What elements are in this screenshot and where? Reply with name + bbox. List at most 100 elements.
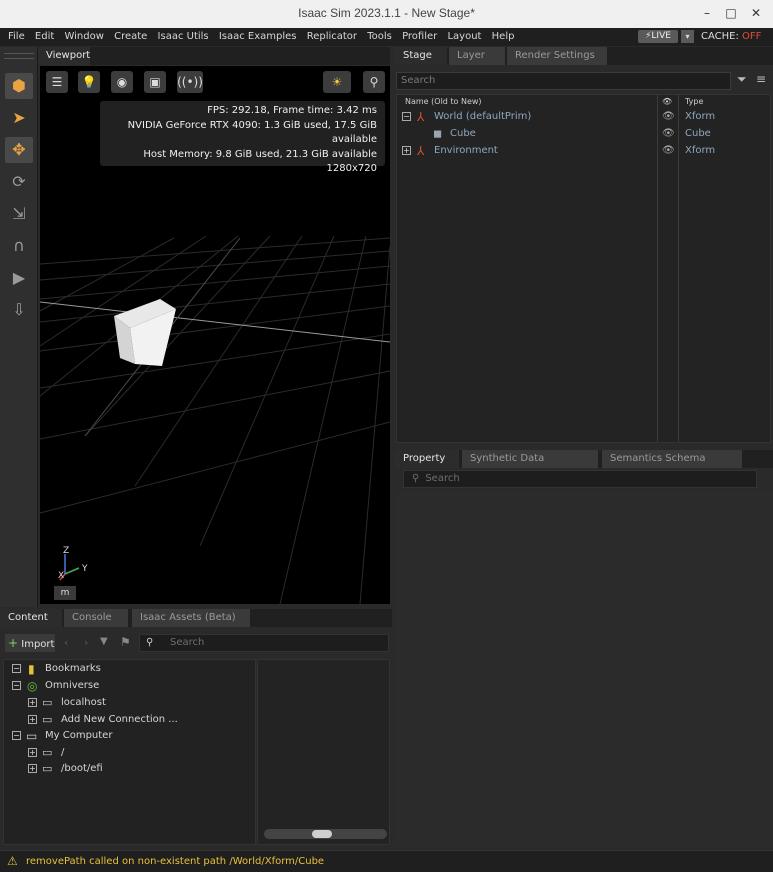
host-memory-stat: Host Memory: 9.8 GiB used, 21.3 GiB avai… bbox=[143, 148, 377, 160]
tab-content[interactable]: Content bbox=[0, 609, 62, 627]
maximize-button[interactable]: □ bbox=[721, 4, 741, 22]
collapse-icon[interactable]: − bbox=[12, 681, 21, 690]
menu-create[interactable]: Create bbox=[114, 28, 147, 46]
broadcast-icon: ((•)) bbox=[177, 75, 203, 89]
live-dropdown-button[interactable]: ▾ bbox=[681, 30, 694, 43]
snap-tool[interactable]: ∩ bbox=[5, 233, 33, 259]
back-arrow-icon[interactable]: ‹ bbox=[64, 636, 68, 649]
tree-row-environment[interactable]: + ⅄ Environment 👁 Xform bbox=[397, 143, 770, 159]
monitor-icon: ▭ bbox=[26, 729, 38, 743]
stage-tree: Name (Old to New) 👁 Type − ⅄ World (defa… bbox=[396, 94, 771, 443]
menu-file[interactable]: File bbox=[8, 28, 25, 46]
column-visibility-header[interactable]: 👁 bbox=[662, 95, 672, 109]
hamburger-menu-icon[interactable]: ≡ bbox=[756, 72, 770, 90]
tree-item-label: Add New Connection ... bbox=[61, 714, 178, 725]
camera-button[interactable]: ▣ bbox=[144, 71, 166, 93]
horizontal-scrollbar[interactable] bbox=[264, 829, 387, 839]
select-mode-icon: ⬢ bbox=[12, 76, 26, 95]
menu-isaac-examples[interactable]: Isaac Examples bbox=[219, 28, 297, 46]
stage-search-input[interactable]: Search bbox=[396, 72, 731, 90]
play-tool[interactable]: ▶ bbox=[5, 265, 33, 291]
tab-render-settings[interactable]: Render Settings bbox=[507, 47, 607, 65]
collapse-icon[interactable]: − bbox=[402, 112, 411, 121]
rotate-tool[interactable]: ⟳ bbox=[5, 169, 33, 195]
viewport[interactable]: ☰ 💡 ◉ ▣ ((•)) ☀ ⚲ FPS: 292.18, Frame tim… bbox=[40, 66, 390, 604]
menu-replicator[interactable]: Replicator bbox=[307, 28, 357, 46]
content-detail-panel bbox=[257, 659, 390, 845]
property-search-input[interactable]: ⚲ Search bbox=[403, 470, 757, 488]
menu-edit[interactable]: Edit bbox=[35, 28, 54, 46]
status-bar: ⚠ removePath called on non-existent path… bbox=[0, 850, 773, 872]
expand-icon[interactable]: + bbox=[28, 698, 37, 707]
live-button[interactable]: ⚡LIVE bbox=[638, 30, 678, 43]
cache-status[interactable]: CACHE: OFF bbox=[701, 30, 761, 43]
import-label: Import bbox=[21, 639, 55, 650]
tree-row-cube[interactable]: ◼ Cube 👁 Cube bbox=[397, 126, 770, 142]
menu-help[interactable]: Help bbox=[492, 28, 515, 46]
unit-badge[interactable]: m bbox=[54, 586, 76, 600]
tree-row-type: Cube bbox=[685, 128, 711, 139]
gpu-stat: NVIDIA GeForce RTX 4090: 1.3 GiB used, 1… bbox=[127, 119, 377, 146]
bookmark-icon[interactable]: ⚑ bbox=[120, 635, 131, 649]
location-button[interactable]: ⚲ bbox=[363, 71, 385, 93]
scale-tool[interactable]: ⇲ bbox=[5, 201, 33, 227]
property-tabbar: Property Synthetic Data Recorder Semanti… bbox=[395, 450, 773, 482]
fps-stat: FPS: 292.18, Frame time: 3.42 ms bbox=[207, 105, 377, 116]
content-search-input[interactable]: ⚲ Search bbox=[139, 634, 389, 652]
tab-property[interactable]: Property bbox=[395, 450, 459, 468]
tree-row-type: Xform bbox=[685, 145, 716, 156]
expand-icon[interactable]: + bbox=[28, 764, 37, 773]
sun-button[interactable]: ☀ bbox=[323, 71, 351, 93]
tree-row-label: Environment bbox=[434, 145, 498, 156]
column-name-header[interactable]: Name (Old to New) bbox=[405, 95, 482, 109]
tab-viewport[interactable]: Viewport bbox=[38, 47, 90, 65]
tab-console[interactable]: Console bbox=[64, 609, 128, 627]
move-tool[interactable]: ✥ bbox=[5, 137, 33, 163]
physics-tool[interactable]: ⇩ bbox=[5, 297, 33, 323]
broadcast-button[interactable]: ((•)) bbox=[177, 71, 203, 93]
menu-tools[interactable]: Tools bbox=[367, 28, 392, 46]
visibility-toggle-icon[interactable]: 👁 bbox=[662, 109, 675, 125]
import-button[interactable]: + Import bbox=[5, 634, 55, 652]
dropdown-arrow-icon[interactable]: ▼ bbox=[100, 636, 108, 647]
expand-icon[interactable]: + bbox=[28, 748, 37, 757]
tree-item-label: Omniverse bbox=[45, 680, 100, 691]
status-message[interactable]: removePath called on non-existent path /… bbox=[26, 856, 324, 867]
tab-layer[interactable]: Layer bbox=[449, 47, 505, 65]
menu-isaac-utils[interactable]: Isaac Utils bbox=[158, 28, 209, 46]
tree-item-label: / bbox=[61, 747, 65, 758]
resolution-stat: 1280x720 bbox=[326, 163, 377, 174]
select-mode-tool[interactable]: ⬢ bbox=[5, 73, 33, 99]
menu-layout[interactable]: Layout bbox=[447, 28, 481, 46]
tab-semantics-schema-editor[interactable]: Semantics Schema Editor bbox=[602, 450, 742, 482]
forward-arrow-icon[interactable]: › bbox=[84, 636, 88, 649]
property-search-placeholder: Search bbox=[425, 473, 460, 484]
expand-icon[interactable]: + bbox=[28, 715, 37, 724]
menu-window[interactable]: Window bbox=[64, 28, 103, 46]
tab-isaac-assets[interactable]: Isaac Assets (Beta) bbox=[132, 609, 250, 627]
plus-icon: + bbox=[8, 636, 19, 650]
expand-icon[interactable]: + bbox=[402, 146, 411, 155]
collapse-icon[interactable]: − bbox=[12, 731, 21, 740]
visibility-toggle-icon[interactable]: 👁 bbox=[662, 143, 675, 159]
eye-icon: 👁 bbox=[662, 97, 673, 106]
filter-icon[interactable]: ⏷ bbox=[737, 72, 751, 90]
viewport-settings-button[interactable]: ☰ bbox=[46, 71, 68, 93]
select-tool[interactable]: ➤ bbox=[5, 105, 33, 131]
menu-profiler[interactable]: Profiler bbox=[402, 28, 437, 46]
toolbar-grip bbox=[4, 53, 34, 59]
minimize-button[interactable]: – bbox=[697, 4, 717, 22]
lighting-button[interactable]: 💡 bbox=[78, 71, 100, 93]
tab-stage[interactable]: Stage bbox=[395, 47, 447, 65]
tree-row-world[interactable]: − ⅄ World (defaultPrim) 👁 Xform bbox=[397, 109, 770, 125]
tree-item-label: Bookmarks bbox=[45, 663, 101, 674]
collapse-icon[interactable]: − bbox=[12, 664, 21, 673]
close-button[interactable]: ✕ bbox=[746, 4, 766, 22]
sun-icon: ☀ bbox=[331, 75, 343, 89]
column-type-header[interactable]: Type bbox=[685, 95, 703, 109]
visibility-toggle-icon[interactable]: 👁 bbox=[662, 126, 675, 142]
tab-synthetic-data-recorder[interactable]: Synthetic Data Recorder bbox=[462, 450, 598, 482]
lightbulb-icon: 💡 bbox=[81, 75, 97, 89]
visibility-button[interactable]: ◉ bbox=[111, 71, 133, 93]
scrollbar-thumb[interactable] bbox=[312, 830, 332, 838]
